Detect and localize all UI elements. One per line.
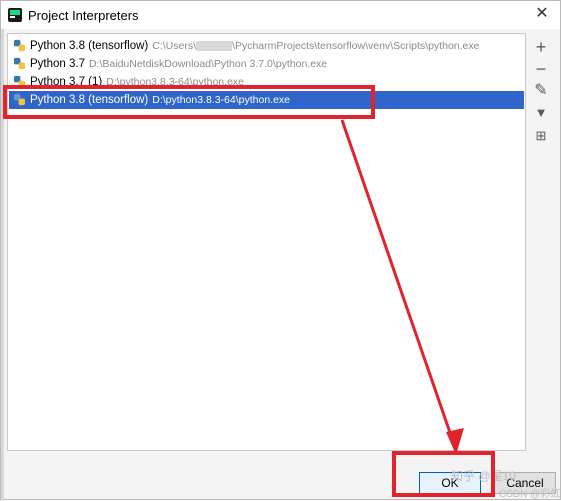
annotation-arrow	[340, 119, 464, 455]
